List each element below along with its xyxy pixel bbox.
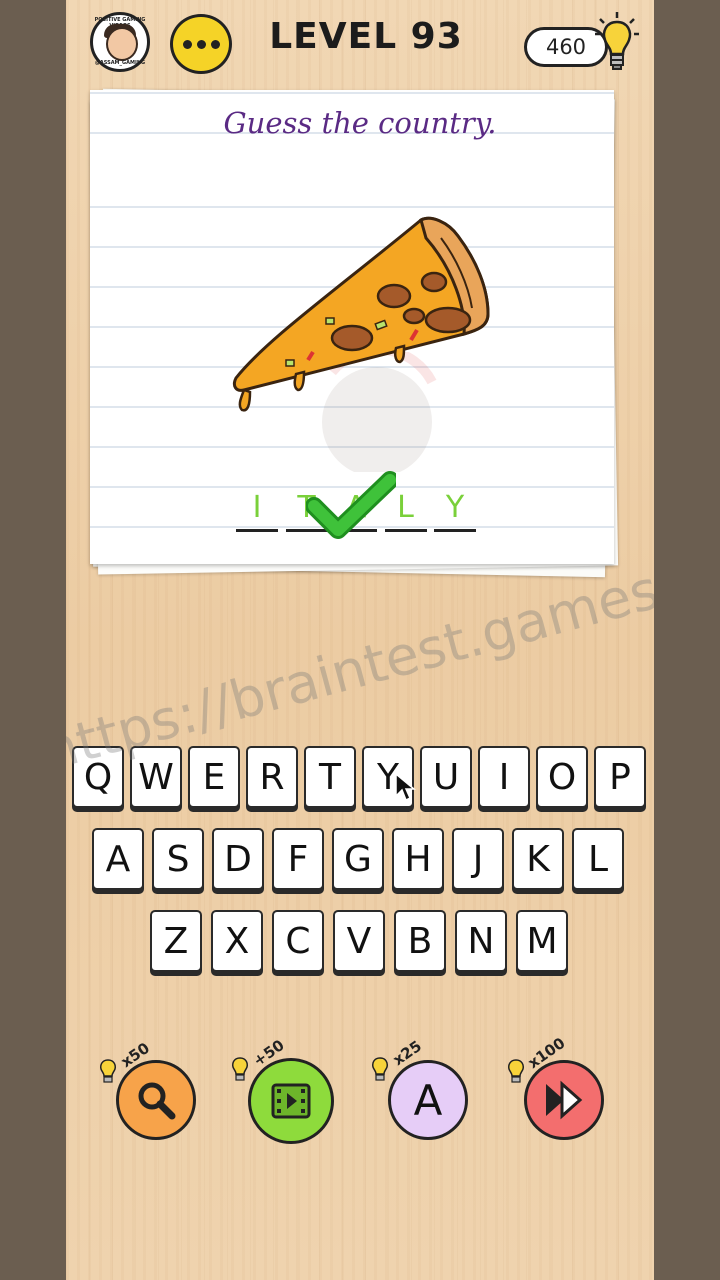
magnifier-icon xyxy=(138,1082,176,1120)
key-j[interactable]: J xyxy=(452,828,504,890)
key-p[interactable]: P xyxy=(594,746,646,808)
dot-icon xyxy=(210,39,220,49)
key-e[interactable]: E xyxy=(188,746,240,808)
fast-forward-icon xyxy=(546,1080,583,1120)
key-x[interactable]: X xyxy=(211,910,263,972)
skip-powerup-button[interactable] xyxy=(524,1060,604,1140)
letter-hint-label: A xyxy=(413,1075,443,1125)
key-k[interactable]: K xyxy=(512,828,564,890)
key-t[interactable]: T xyxy=(304,746,356,808)
lightbulb-icon xyxy=(372,1057,388,1081)
key-z[interactable]: Z xyxy=(150,910,202,972)
menu-button[interactable] xyxy=(170,14,232,74)
key-a[interactable]: A xyxy=(92,828,144,890)
key-u[interactable]: U xyxy=(420,746,472,808)
level-title: LEVEL 93 xyxy=(269,16,463,57)
pizza-slice-image[interactable] xyxy=(226,210,496,420)
letter-powerup-button[interactable]: A xyxy=(388,1060,468,1140)
key-g[interactable]: G xyxy=(332,828,384,890)
lightbulb-icon[interactable] xyxy=(594,10,640,74)
lightbulb-icon xyxy=(100,1059,116,1083)
key-o[interactable]: O xyxy=(536,746,588,808)
question-text: Guess the country. xyxy=(223,106,497,140)
film-play-icon xyxy=(271,1083,311,1119)
checkmark-icon xyxy=(306,471,396,539)
answer-slot: I xyxy=(236,488,278,532)
answer-slot: Y xyxy=(434,488,476,532)
key-i[interactable]: I xyxy=(478,746,530,808)
key-d[interactable]: D xyxy=(212,828,264,890)
key-f[interactable]: F xyxy=(272,828,324,890)
lightbulb-icon xyxy=(232,1057,248,1081)
video-powerup-button[interactable] xyxy=(248,1058,334,1144)
game-area: POSITIVE GAMING VIDEOS @ASSAM_GAMING LEV… xyxy=(66,0,654,1280)
key-b[interactable]: B xyxy=(394,910,446,972)
avatar-face xyxy=(106,27,138,61)
dot-icon xyxy=(182,39,192,49)
key-n[interactable]: N xyxy=(455,910,507,972)
lightbulb-icon xyxy=(508,1059,524,1083)
dot-icon xyxy=(196,39,206,49)
key-m[interactable]: M xyxy=(516,910,568,972)
key-l[interactable]: L xyxy=(572,828,624,890)
key-s[interactable]: S xyxy=(152,828,204,890)
profile-avatar[interactable]: POSITIVE GAMING VIDEOS @ASSAM_GAMING xyxy=(90,12,150,72)
mouse-cursor-icon xyxy=(395,772,416,802)
key-r[interactable]: R xyxy=(246,746,298,808)
key-c[interactable]: C xyxy=(272,910,324,972)
search-powerup-button[interactable] xyxy=(116,1060,196,1140)
avatar-bottom-text: @ASSAM_GAMING xyxy=(94,60,146,66)
key-h[interactable]: H xyxy=(392,828,444,890)
key-v[interactable]: V xyxy=(333,910,385,972)
